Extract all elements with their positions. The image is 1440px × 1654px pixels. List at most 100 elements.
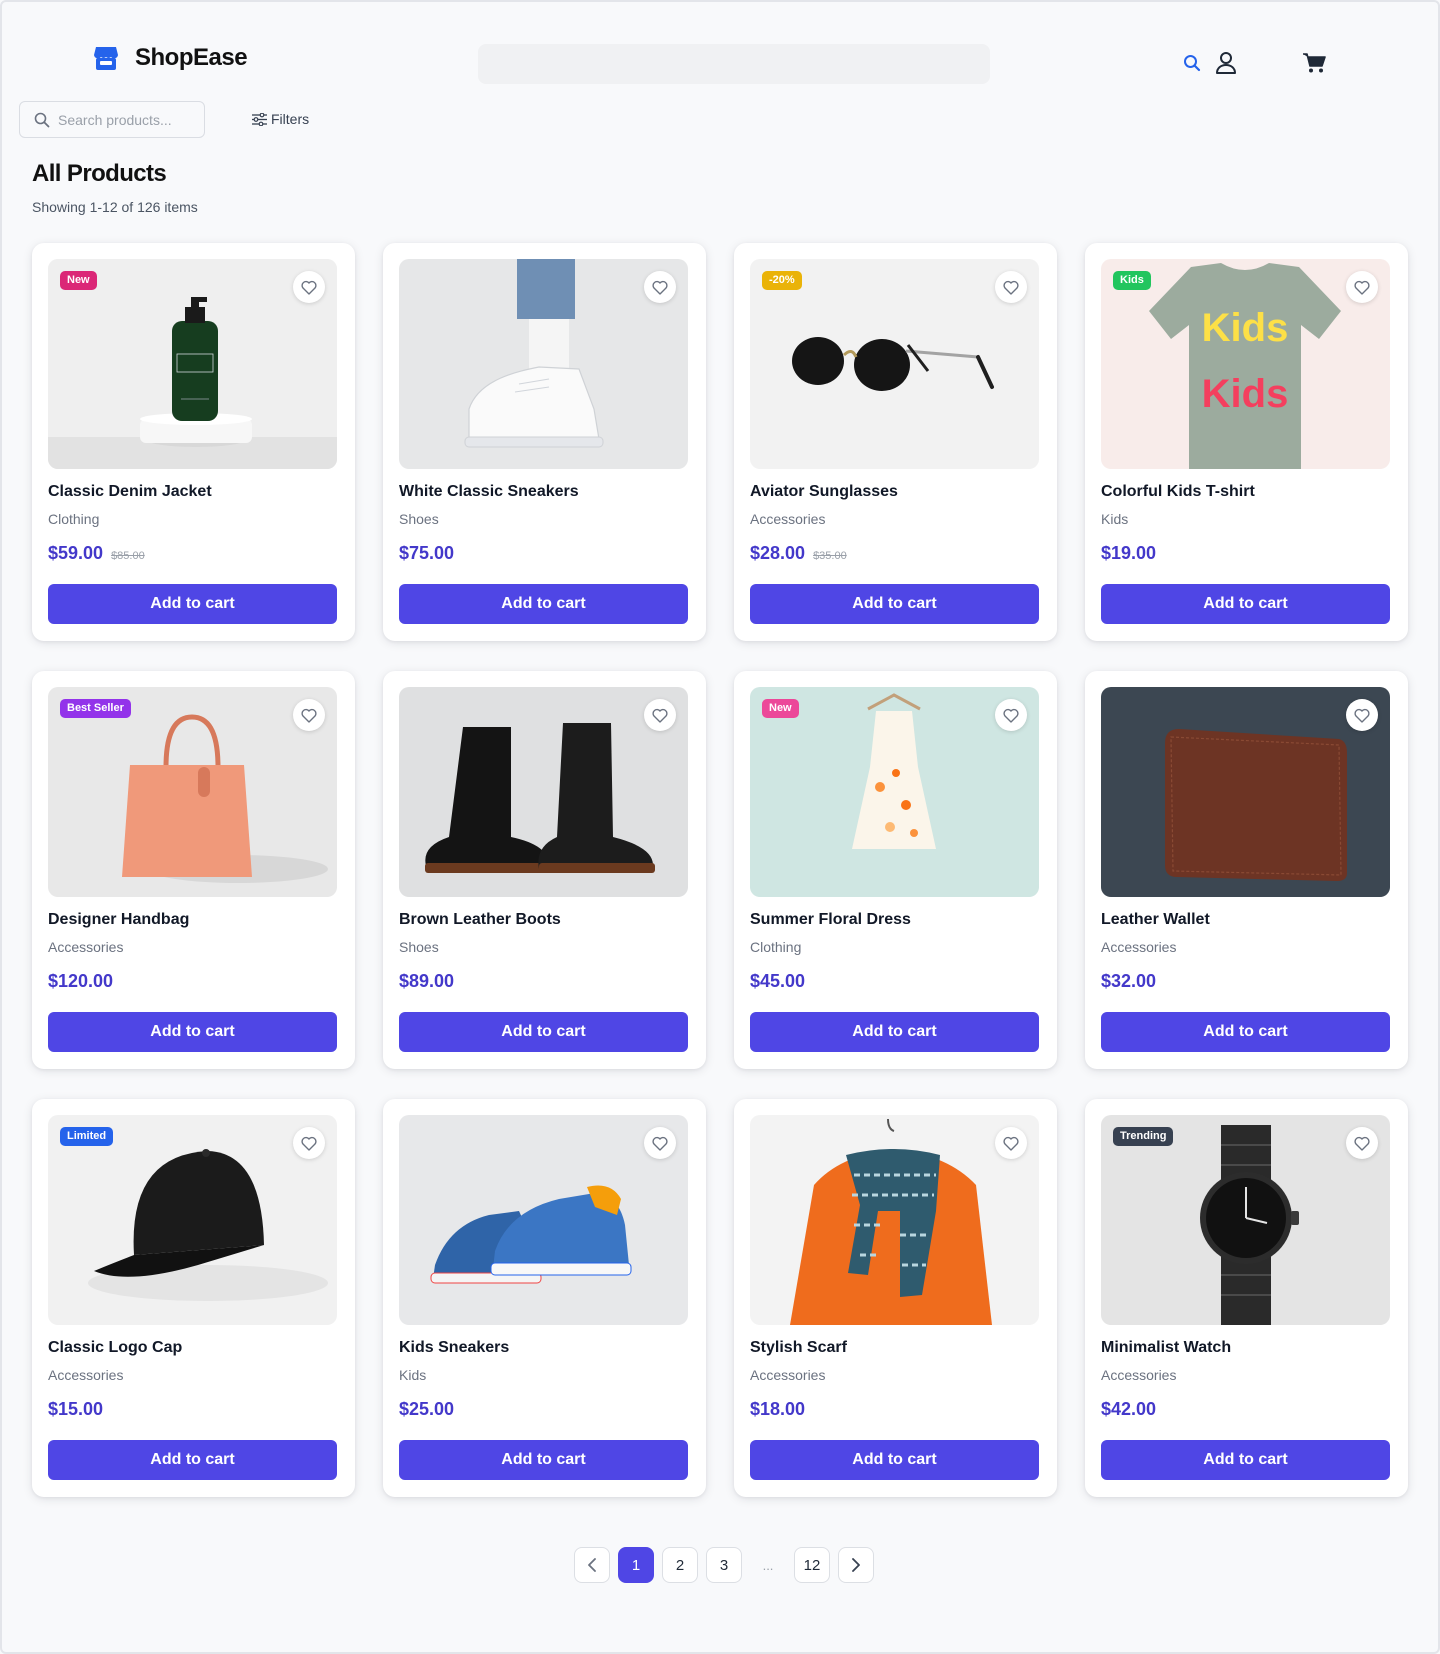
product-category: Accessories	[1101, 1367, 1177, 1383]
sliders-icon	[252, 112, 267, 126]
product-name[interactable]: Classic Denim Jacket	[48, 483, 339, 503]
heart-icon	[652, 280, 668, 295]
chevron-left-icon	[588, 1558, 596, 1572]
price-row: $59.00 $85.00	[48, 543, 339, 567]
product-category: Accessories	[1101, 939, 1177, 955]
cart-icon[interactable]	[1300, 50, 1328, 76]
product-badge: Kids	[1113, 271, 1151, 290]
product-name[interactable]: Minimalist Watch	[1101, 1339, 1392, 1359]
product-name[interactable]: Designer Handbag	[48, 911, 339, 931]
wishlist-button[interactable]	[293, 271, 325, 303]
product-badge: Best Seller	[60, 699, 131, 718]
product-category: Accessories	[750, 1367, 826, 1383]
add-to-cart-button[interactable]: Add to cart	[399, 1012, 688, 1052]
price-row: $28.00 $35.00	[750, 543, 1041, 567]
page-button-1[interactable]: 1	[618, 1547, 654, 1583]
add-to-cart-button[interactable]: Add to cart	[48, 584, 337, 624]
product-price: $32.00	[1101, 971, 1157, 991]
product-name[interactable]: Brown Leather Boots	[399, 911, 690, 931]
search-field[interactable]	[19, 101, 205, 138]
brand[interactable]: ShopEase	[93, 44, 248, 72]
product-image[interactable]	[399, 1115, 688, 1325]
add-to-cart-button[interactable]: Add to cart	[750, 584, 1039, 624]
product-price: $18.00	[750, 1399, 806, 1419]
wishlist-button[interactable]	[644, 271, 676, 303]
product-card[interactable]: Leather Wallet Accessories $32.00 Add to…	[1085, 671, 1408, 1069]
search-input[interactable]	[58, 111, 188, 128]
price-row: $45.00	[750, 971, 1041, 995]
price-row: $18.00	[750, 1399, 1041, 1423]
next-page-button[interactable]	[838, 1547, 874, 1583]
product-image[interactable]: Trending	[1101, 1115, 1390, 1325]
add-to-cart-button[interactable]: Add to cart	[1101, 584, 1390, 624]
product-image[interactable]: Best Seller	[48, 687, 337, 897]
add-to-cart-button[interactable]: Add to cart	[48, 1440, 337, 1480]
product-name[interactable]: Colorful Kids T-shirt	[1101, 483, 1392, 503]
original-price: $85.00	[111, 550, 145, 562]
add-to-cart-button[interactable]: Add to cart	[1101, 1440, 1390, 1480]
product-image[interactable]	[399, 687, 688, 897]
page-button-2[interactable]: 2	[662, 1547, 698, 1583]
add-to-cart-button[interactable]: Add to cart	[399, 584, 688, 624]
product-card[interactable]: Kids Sneakers Kids $25.00 Add to cart	[383, 1099, 706, 1497]
add-to-cart-button[interactable]: Add to cart	[1101, 1012, 1390, 1052]
wishlist-button[interactable]	[293, 699, 325, 731]
chevron-right-icon	[852, 1558, 860, 1572]
product-card[interactable]: Trending Minimalist Watch Accessories $4…	[1085, 1099, 1408, 1497]
product-card[interactable]: White Classic Sneakers Shoes $75.00 Add …	[383, 243, 706, 641]
product-name[interactable]: Classic Logo Cap	[48, 1339, 339, 1359]
add-to-cart-button[interactable]: Add to cart	[48, 1012, 337, 1052]
product-name[interactable]: Stylish Scarf	[750, 1339, 1041, 1359]
product-image[interactable]: -20%	[750, 259, 1039, 469]
product-card[interactable]: Best Seller Designer Handbag Accessories…	[32, 671, 355, 1069]
filters-label: Filters	[271, 111, 310, 127]
product-card[interactable]: New Classic Denim Jacket Clothing $59.00…	[32, 243, 355, 641]
price-row: $120.00	[48, 971, 339, 995]
user-icon[interactable]	[1213, 50, 1239, 76]
product-image[interactable]	[750, 1115, 1039, 1325]
add-to-cart-button[interactable]: Add to cart	[750, 1012, 1039, 1052]
product-name[interactable]: Aviator Sunglasses	[750, 483, 1041, 503]
price-row: $15.00	[48, 1399, 339, 1423]
product-card[interactable]: Limited Classic Logo Cap Accessories $15…	[32, 1099, 355, 1497]
filters-button[interactable]: Filters	[252, 111, 309, 127]
wishlist-button[interactable]	[995, 271, 1027, 303]
wishlist-button[interactable]	[1346, 1127, 1378, 1159]
product-category: Shoes	[399, 939, 439, 955]
add-to-cart-button[interactable]: Add to cart	[750, 1440, 1039, 1480]
wishlist-button[interactable]	[644, 699, 676, 731]
product-card[interactable]: Brown Leather Boots Shoes $89.00 Add to …	[383, 671, 706, 1069]
product-image[interactable]	[1101, 687, 1390, 897]
heart-icon	[1003, 708, 1019, 723]
product-price: $15.00	[48, 1399, 104, 1419]
product-card[interactable]: Kids Kids Kids Colorful Kids T-shirt Kid…	[1085, 243, 1408, 641]
product-image[interactable]: Kids Kids Kids	[1101, 259, 1390, 469]
product-name[interactable]: White Classic Sneakers	[399, 483, 690, 503]
prev-page-button[interactable]	[574, 1547, 610, 1583]
price-row: $42.00	[1101, 1399, 1392, 1423]
wishlist-button[interactable]	[293, 1127, 325, 1159]
product-name[interactable]: Leather Wallet	[1101, 911, 1392, 931]
product-image[interactable]	[399, 259, 688, 469]
wishlist-button[interactable]	[1346, 271, 1378, 303]
wishlist-button[interactable]	[995, 1127, 1027, 1159]
add-to-cart-button[interactable]: Add to cart	[399, 1440, 688, 1480]
product-price: $45.00	[750, 971, 806, 991]
wishlist-button[interactable]	[1346, 699, 1378, 731]
product-card[interactable]: Stylish Scarf Accessories $18.00 Add to …	[734, 1099, 1057, 1497]
page-button-12[interactable]: 12	[794, 1547, 830, 1583]
product-badge: Limited	[60, 1127, 114, 1146]
product-card[interactable]: New Summer Floral Dress Clothing $45.00 …	[734, 671, 1057, 1069]
product-card[interactable]: -20% Aviator Sunglasses Accessories $28.…	[734, 243, 1057, 641]
product-name[interactable]: Kids Sneakers	[399, 1339, 690, 1359]
product-image[interactable]: New	[750, 687, 1039, 897]
product-name[interactable]: Summer Floral Dress	[750, 911, 1041, 931]
wishlist-button[interactable]	[995, 699, 1027, 731]
product-image[interactable]: Limited	[48, 1115, 337, 1325]
heart-icon	[301, 1136, 317, 1151]
page-button-3[interactable]: 3	[706, 1547, 742, 1583]
search-icon[interactable]	[1181, 52, 1203, 74]
wishlist-button[interactable]	[644, 1127, 676, 1159]
product-price: $59.00	[48, 543, 104, 563]
product-image[interactable]: New	[48, 259, 337, 469]
